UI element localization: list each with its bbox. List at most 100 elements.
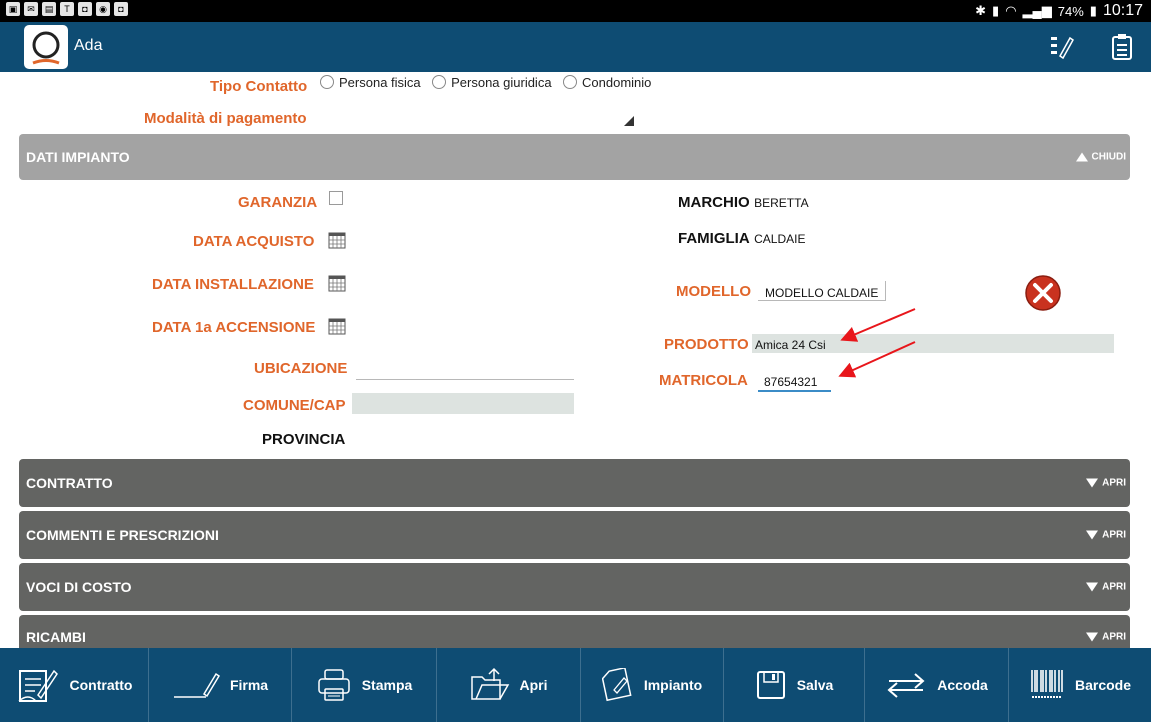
expand-toggle[interactable]: APRI bbox=[1086, 530, 1126, 541]
famiglia-value: CALDAIE bbox=[754, 232, 806, 246]
matricola-input[interactable]: 87654321 bbox=[758, 370, 831, 392]
marchio-value: BERETTA bbox=[754, 196, 809, 210]
signal-icon: ▂▄▆ bbox=[1022, 3, 1052, 18]
data-installazione-label: DATA INSTALLAZIONE bbox=[152, 276, 314, 293]
system-tray: ✱ ▮ ◠ ▂▄▆ 74% ▮ 10:17 bbox=[975, 0, 1143, 22]
status-bar: ▣ ✉ ▤ T ◘ ◉ ◘ ✱ ▮ ◠ ▂▄▆ 74% ▮ 10:17 bbox=[0, 0, 1151, 22]
app-logo[interactable] bbox=[24, 25, 68, 69]
modello-value: MODELLO CALDAIE bbox=[765, 286, 879, 300]
apri-button-label: Apri bbox=[519, 677, 548, 693]
triangle-down-icon bbox=[1086, 582, 1099, 592]
section-title: COMMENTI E PRESCRIZIONI bbox=[26, 527, 219, 543]
collapse-toggle[interactable]: CHIUDI bbox=[1075, 151, 1126, 163]
section-commenti[interactable]: COMMENTI E PRESCRIZIONI APRI bbox=[19, 511, 1130, 559]
section-voci-di-costo[interactable]: VOCI DI COSTO APRI bbox=[19, 563, 1130, 611]
apri-button[interactable]: Apri bbox=[437, 648, 581, 722]
triangle-down-icon bbox=[1086, 632, 1099, 642]
collapse-label: CHIUDI bbox=[1091, 151, 1126, 163]
prodotto-field[interactable]: Amica 24 Csi bbox=[752, 334, 1114, 353]
prodotto-value: Amica 24 Csi bbox=[755, 338, 826, 352]
expand-label: APRI bbox=[1102, 631, 1126, 643]
section-title: CONTRATTO bbox=[26, 475, 113, 491]
bluetooth-icon: ✱ bbox=[975, 3, 987, 18]
delete-icon[interactable] bbox=[1022, 274, 1064, 312]
radio-condominio[interactable] bbox=[563, 75, 578, 89]
matricola-label: MATRICOLA bbox=[659, 372, 748, 389]
barcode-icon bbox=[1031, 670, 1063, 698]
expand-toggle[interactable]: APRI bbox=[1086, 632, 1126, 643]
clock: 10:17 bbox=[1102, 2, 1143, 19]
battery-icon: ▮ bbox=[1089, 3, 1097, 18]
impianto-button-label: Impianto bbox=[643, 677, 703, 693]
arrow-prodotto bbox=[840, 308, 916, 342]
open-folder-icon bbox=[470, 667, 509, 700]
famiglia-label: FAMIGLIA bbox=[678, 230, 750, 247]
marchio-label: MARCHIO bbox=[678, 194, 750, 211]
prodotto-label: PRODOTTO bbox=[664, 336, 749, 353]
stampa-button[interactable]: Stampa bbox=[292, 648, 437, 722]
swap-arrows-icon bbox=[887, 673, 925, 698]
calendar-icon[interactable] bbox=[328, 317, 346, 335]
modello-field[interactable]: MODELLO CALDAIE bbox=[758, 281, 886, 301]
accoda-button[interactable]: Accoda bbox=[865, 648, 1009, 722]
battery-level: 74% bbox=[1057, 3, 1084, 19]
section-title: VOCI DI COSTO bbox=[26, 579, 132, 595]
expand-toggle[interactable]: APRI bbox=[1086, 582, 1126, 593]
modello-label: MODELLO bbox=[676, 283, 751, 300]
firma-button[interactable]: Firma bbox=[149, 648, 292, 722]
payment-select[interactable] bbox=[320, 106, 638, 128]
dropdown-corner-icon bbox=[624, 116, 634, 126]
radio-persona-fisica[interactable] bbox=[320, 75, 334, 89]
ubicazione-label: UBICAZIONE bbox=[254, 360, 348, 377]
messages-icon: ✉ bbox=[24, 2, 38, 16]
garanzia-checkbox[interactable] bbox=[329, 191, 343, 205]
news-icon: T bbox=[60, 2, 74, 16]
app-title: Ada bbox=[74, 37, 103, 54]
section-title: DATI IMPIANTO bbox=[26, 149, 130, 165]
option-persona-fisica: Persona fisica bbox=[339, 75, 421, 90]
comune-cap-field[interactable] bbox=[352, 393, 574, 414]
section-dati-impianto[interactable]: DATI IMPIANTO CHIUDI bbox=[19, 134, 1130, 180]
arrow-matricola bbox=[838, 341, 916, 378]
section-title: RICAMBI bbox=[26, 629, 86, 645]
expand-label: APRI bbox=[1102, 581, 1126, 593]
famiglia-row: FAMIGLIA CALDAIE bbox=[678, 230, 805, 248]
comune-cap-label: COMUNE/CAP bbox=[243, 397, 346, 414]
calendar-icon[interactable] bbox=[328, 231, 346, 249]
radio-persona-giuridica[interactable] bbox=[432, 75, 447, 89]
calendar-icon[interactable] bbox=[328, 274, 346, 292]
expand-label: APRI bbox=[1102, 529, 1126, 541]
ada-logo-icon bbox=[32, 31, 60, 65]
barcode-button-label: Barcode bbox=[1074, 677, 1132, 693]
save-icon bbox=[756, 671, 785, 699]
bag-icon: ◘ bbox=[78, 2, 92, 16]
section-contratto[interactable]: CONTRATTO APRI bbox=[19, 459, 1130, 507]
firma-button-label: Firma bbox=[229, 677, 269, 693]
contratto-button-label: Contratto bbox=[69, 677, 133, 693]
clipboard-icon[interactable] bbox=[1110, 34, 1134, 60]
triangle-down-icon bbox=[1086, 530, 1099, 540]
salva-button[interactable]: Salva bbox=[724, 648, 865, 722]
garanzia-label: GARANZIA bbox=[238, 194, 318, 211]
option-condominio: Condominio bbox=[582, 75, 652, 90]
vibrate-icon: ▮ bbox=[992, 3, 1000, 18]
impianto-button[interactable]: Impianto bbox=[581, 648, 724, 722]
compass-icon: ◉ bbox=[96, 2, 110, 16]
signature-icon bbox=[173, 672, 220, 698]
tipo-contatto-options: Persona fisica Persona giuridica Condomi… bbox=[320, 74, 658, 92]
printer-icon bbox=[317, 669, 350, 701]
data-acquisto-label: DATA ACQUISTO bbox=[193, 233, 315, 250]
barcode-button[interactable]: Barcode bbox=[1009, 648, 1151, 722]
salva-button-label: Salva bbox=[796, 677, 834, 693]
contratto-button[interactable]: Contratto bbox=[0, 648, 149, 722]
contract-icon bbox=[18, 669, 58, 702]
gallery-icon: ▣ bbox=[6, 2, 20, 16]
wifi-icon: ◠ bbox=[1005, 3, 1017, 18]
expand-toggle[interactable]: APRI bbox=[1086, 478, 1126, 489]
ubicazione-input[interactable] bbox=[356, 362, 574, 380]
triangle-up-icon bbox=[1075, 152, 1088, 162]
card-icon: ▤ bbox=[42, 2, 56, 16]
expand-label: APRI bbox=[1102, 477, 1126, 489]
triangle-down-icon bbox=[1086, 478, 1099, 488]
edit-list-icon[interactable] bbox=[1050, 34, 1074, 60]
